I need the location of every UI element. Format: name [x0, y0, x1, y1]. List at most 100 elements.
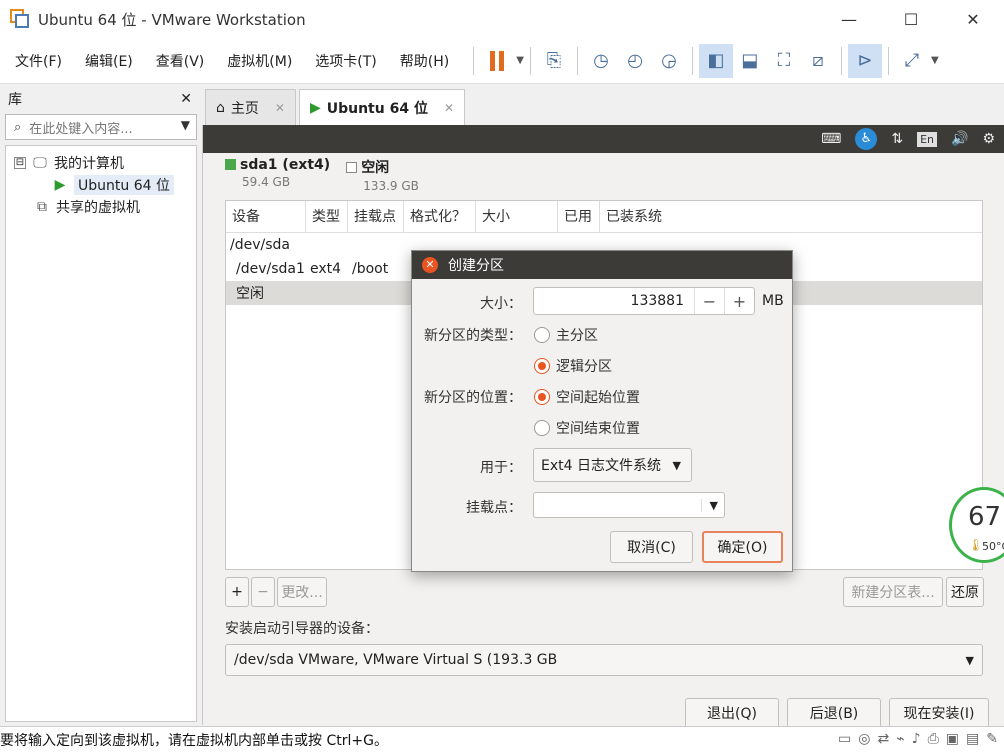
snapshot-icon[interactable]: ◷ — [584, 44, 618, 78]
new-partition-table-button[interactable]: 新建分区表... — [843, 577, 943, 607]
dialog-close-button[interactable]: ✕ — [422, 257, 438, 273]
tab-close-icon[interactable]: ✕ — [444, 101, 454, 115]
ok-button[interactable]: 确定(O) — [702, 531, 783, 563]
cpu-temperature: 50°C — [982, 540, 1004, 553]
menu-bar: 文件(F) 编辑(E) 查看(V) 虚拟机(M) 选项卡(T) 帮助(H) ▼ … — [0, 38, 1004, 84]
status-bar: 要将输入定向到该虚拟机，请在虚拟机内部单击或按 Ctrl+G。 ▭ ◎ ⇄ ⌁ … — [0, 726, 1004, 752]
guest-top-panel: ⌨ ♿ ⇅ En 🔊 ⚙ — [203, 125, 1004, 153]
unity-icon[interactable]: ⧄ — [801, 44, 835, 78]
install-now-button[interactable]: 现在安装(I) — [889, 698, 989, 728]
legend-swatch — [346, 162, 358, 173]
dialog-title-bar: ✕ 创建分区 — [412, 251, 792, 279]
close-window-button[interactable]: ✕ — [942, 0, 1004, 38]
radio-icon — [534, 327, 550, 343]
revert-button[interactable]: 还原 — [946, 577, 984, 607]
stretch-dropdown-icon[interactable]: ▼ — [931, 55, 939, 66]
printer-icon[interactable]: ⎙ — [928, 731, 939, 747]
column-header[interactable]: 设备 — [226, 200, 306, 233]
pause-button[interactable] — [480, 44, 514, 78]
usb-icon[interactable]: ⌁ — [896, 731, 904, 747]
add-partition-button[interactable]: + — [225, 577, 249, 607]
network-adapter-icon[interactable]: ⇄ — [877, 731, 889, 747]
send-ctrl-alt-del-icon[interactable]: ⎘ — [537, 44, 571, 78]
full-screen-icon[interactable]: ⛶ — [767, 44, 801, 78]
column-header[interactable]: 大小 — [476, 200, 558, 233]
gear-icon[interactable]: ⚙ — [982, 131, 995, 147]
maximize-button[interactable]: ☐ — [880, 0, 942, 38]
menu-tabs[interactable]: 选项卡(T) — [307, 51, 384, 71]
menu-edit[interactable]: 编辑(E) — [77, 51, 141, 71]
pause-dropdown-icon[interactable]: ▼ — [516, 55, 524, 66]
accessibility-icon[interactable]: ♿ — [855, 128, 878, 150]
radio-icon — [534, 358, 550, 374]
radio-label: 主分区 — [556, 328, 598, 344]
quit-button[interactable]: 退出(Q) — [685, 698, 779, 728]
revert-snapshot-icon[interactable]: ◴ — [618, 44, 652, 78]
shared-folder-icon[interactable]: ▤ — [966, 731, 979, 747]
back-button[interactable]: 后退(B) — [787, 698, 881, 728]
radio-label: 空间起始位置 — [556, 390, 640, 406]
chevron-down-icon[interactable]: ▼ — [700, 498, 718, 512]
type-primary-radio[interactable]: 主分区 — [534, 325, 598, 345]
hard-disk-icon[interactable]: ▭ — [838, 731, 851, 747]
display-icon[interactable]: ▣ — [946, 731, 959, 747]
minimize-button[interactable]: — — [818, 0, 880, 38]
change-partition-button[interactable]: 更改... — [277, 577, 327, 607]
tab-strip: ⌂ 主页 ✕ ▶ Ubuntu 64 位 ✕ — [205, 89, 468, 125]
search-icon: ⌕ — [14, 119, 22, 135]
type-logical-radio[interactable]: 逻辑分区 — [534, 356, 612, 376]
tab-home[interactable]: ⌂ 主页 ✕ — [205, 89, 296, 125]
computer-icon: 🖵 — [33, 155, 47, 171]
console-view-icon[interactable]: ⊳ — [847, 43, 882, 78]
size-decrement-button[interactable]: − — [694, 288, 724, 314]
cancel-button[interactable]: 取消(C) — [610, 531, 693, 563]
collapse-toggle-icon[interactable]: ⊟ — [14, 157, 26, 169]
create-partition-dialog: ✕ 创建分区 大小： 133881 − + MB 新分区的类型： 主分区 逻辑分… — [411, 250, 793, 572]
column-header[interactable]: 挂载点 — [348, 200, 404, 233]
size-value[interactable]: 133881 — [534, 293, 694, 309]
search-dropdown-icon[interactable]: ▼ — [181, 118, 190, 132]
use-as-select[interactable]: Ext4 日志文件系统 ▼ — [533, 448, 692, 482]
menu-file[interactable]: 文件(F) — [7, 51, 70, 71]
show-library-icon[interactable]: ◧ — [698, 43, 733, 78]
location-end-radio[interactable]: 空间结束位置 — [534, 418, 640, 438]
mount-point-combo[interactable]: ▼ — [533, 492, 725, 518]
shared-vm-icon: ⧉ — [37, 199, 47, 215]
legend-name: 空闲 — [361, 160, 390, 176]
location-start-radio[interactable]: 空间起始位置 — [534, 387, 640, 407]
column-header[interactable]: 类型 — [306, 200, 348, 233]
input-method-indicator[interactable]: En — [917, 131, 937, 147]
column-header[interactable]: 格式化？ — [404, 200, 476, 233]
size-spinbox[interactable]: 133881 − + — [533, 287, 755, 315]
snapshot-manager-icon[interactable]: ◶ — [652, 44, 686, 78]
tree-item-ubuntu[interactable]: ▶ Ubuntu 64 位 — [6, 174, 196, 196]
size-increment-button[interactable]: + — [724, 288, 754, 314]
toolbar-separator — [887, 46, 889, 75]
stretch-guest-icon[interactable]: ⤢ — [895, 44, 929, 78]
menu-vm[interactable]: 虚拟机(M) — [219, 51, 300, 71]
library-close-button[interactable]: ✕ — [180, 91, 192, 107]
tab-close-icon[interactable]: ✕ — [275, 101, 285, 115]
cd-rom-icon[interactable]: ◎ — [858, 731, 870, 747]
remove-partition-button[interactable]: − — [251, 577, 275, 607]
network-icon[interactable]: ⇅ — [891, 131, 903, 147]
column-header[interactable]: 已用 — [558, 200, 600, 233]
window-title: Ubuntu 64 位 - VMware Workstation — [38, 10, 306, 29]
menu-view[interactable]: 查看(V) — [148, 51, 213, 71]
tree-item-shared-vms[interactable]: ⧉ 共享的虚拟机 — [6, 196, 196, 218]
menu-help[interactable]: 帮助(H) — [392, 51, 457, 71]
sound-icon[interactable]: ♪ — [912, 731, 921, 747]
table-buttons: + − 更改... 新建分区表... 还原 — [225, 577, 984, 607]
library-search-input[interactable]: ⌕ 在此处键入内容... ▼ — [5, 114, 197, 140]
thumbnail-bar-icon[interactable]: ⬓ — [733, 44, 767, 78]
partition-location-label: 新分区的位置： — [424, 390, 522, 406]
column-header[interactable]: 已装系统 — [600, 201, 700, 233]
message-icon[interactable]: ✎ — [986, 731, 998, 747]
keyboard-icon[interactable]: ⌨ — [821, 131, 841, 147]
tab-ubuntu[interactable]: ▶ Ubuntu 64 位 ✕ — [298, 89, 466, 125]
legend-swatch — [225, 159, 236, 170]
tree-item-my-computer[interactable]: ⊟ 🖵 我的计算机 — [6, 152, 196, 174]
boot-loader-select[interactable]: /dev/sda VMware, VMware Virtual S (193.3… — [225, 644, 983, 676]
volume-icon[interactable]: 🔊 — [951, 131, 968, 147]
status-text: 要将输入定向到该虚拟机，请在虚拟机内部单击或按 Ctrl+G。 — [0, 732, 388, 749]
